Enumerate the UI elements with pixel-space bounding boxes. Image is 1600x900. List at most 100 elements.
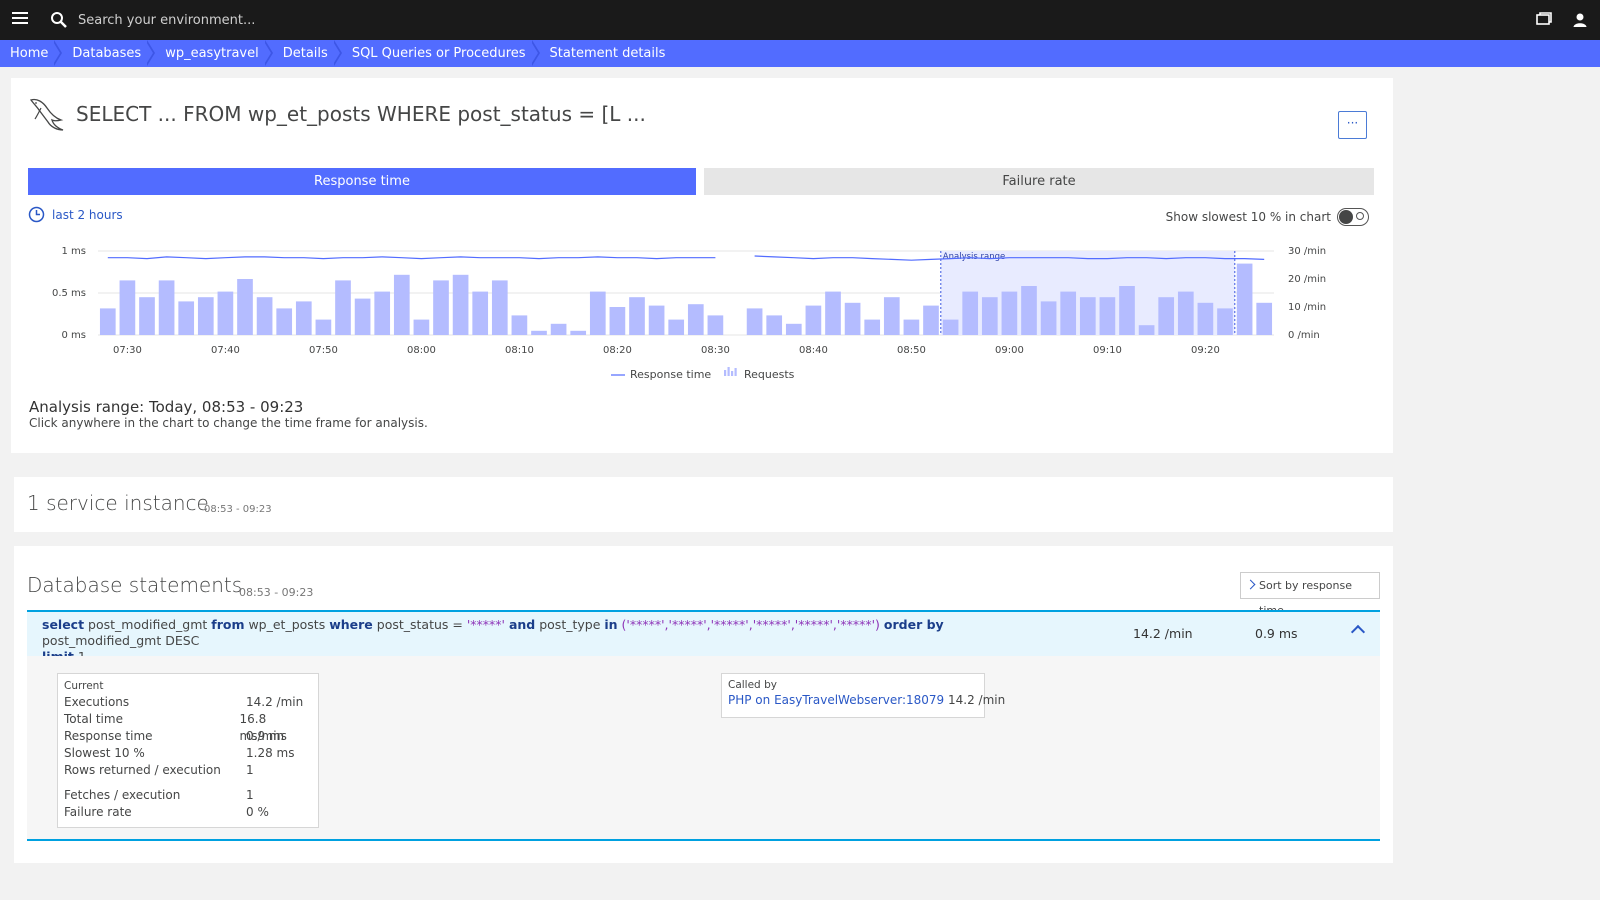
hamburger-menu-icon[interactable]: [12, 12, 28, 28]
sql-token: '*****': [466, 617, 505, 632]
request-bar: [570, 330, 587, 335]
metric-row: Slowest 10 % 1.28 ms: [64, 745, 312, 762]
more-actions-button[interactable]: ···: [1338, 111, 1367, 139]
metric-name: Rows returned / execution: [64, 763, 221, 777]
calling-service-link[interactable]: PHP on EasyTravelWebserver:18079: [728, 693, 944, 707]
analysis-range-text: Analysis range: Today, 08:53 - 09:23: [29, 398, 304, 416]
sql-token: post_status =: [372, 617, 467, 632]
slowest-toggle[interactable]: [1337, 208, 1369, 226]
statement-row[interactable]: select post_modified_gmt from wp_et_post…: [27, 610, 1380, 664]
legend-response-time: Response time: [630, 368, 711, 381]
x-tick-label: 08:10: [505, 345, 534, 356]
tab-failure-rate[interactable]: Failure rate: [704, 168, 1374, 195]
sort-by-response-time-button[interactable]: Sort by response time: [1240, 572, 1380, 617]
request-bar: [981, 297, 998, 335]
metric-name: Executions: [64, 695, 130, 709]
x-tick-label: 07:50: [309, 345, 338, 356]
request-bar: [452, 274, 469, 335]
request-bar: [648, 305, 665, 335]
request-bar: [511, 315, 528, 335]
breadcrumb-sql-queries[interactable]: SQL Queries or Procedures: [342, 40, 540, 67]
analysis-range-hint: Click anywhere in the chart to change th…: [29, 416, 428, 430]
y-right-tick-label: 30 /min: [1288, 246, 1326, 257]
request-bar: [1177, 291, 1194, 335]
y-left-tick-label: 0 ms: [62, 330, 87, 341]
page-title: SELECT ... FROM wp_et_posts WHERE post_s…: [76, 102, 646, 126]
y-right-tick-label: 20 /min: [1288, 274, 1326, 285]
request-bar: [766, 315, 783, 335]
request-bar: [1021, 286, 1037, 335]
x-tick-label: 09:20: [1191, 345, 1220, 356]
chat-icon[interactable]: [1535, 11, 1553, 29]
request-bar: [707, 315, 724, 335]
search-input[interactable]: [78, 9, 498, 31]
request-bar: [1079, 297, 1096, 335]
database-statements-range: 08:53 - 09:23: [239, 586, 314, 599]
metric-value: 1: [246, 788, 254, 802]
request-bar: [335, 280, 351, 335]
y-right-tick-label: 0 /min: [1288, 330, 1320, 341]
user-icon[interactable]: [1571, 11, 1589, 29]
request-bar: [825, 291, 841, 335]
sql-token: post_modified_gmt: [84, 617, 212, 632]
breadcrumb-database[interactable]: wp_easytravel: [155, 40, 273, 67]
timeframe-selector[interactable]: last 2 hours: [28, 206, 123, 223]
x-tick-label: 08:50: [897, 345, 926, 356]
request-bar: [1197, 302, 1214, 335]
breadcrumb-details[interactable]: Details: [273, 40, 342, 67]
request-bar: [1040, 301, 1057, 335]
request-bar: [805, 305, 822, 335]
metric-tabs: Response time Failure rate: [28, 168, 1374, 195]
request-bar: [491, 280, 508, 335]
metric-row: Rows returned / execution 1: [64, 762, 312, 779]
request-bar: [785, 323, 802, 335]
request-bar: [237, 279, 253, 335]
request-bar: [629, 297, 645, 335]
request-bar: [1138, 325, 1155, 335]
breadcrumb-databases[interactable]: Databases: [62, 40, 156, 67]
y-right-tick-label: 10 /min: [1288, 302, 1326, 313]
legend-bar-swatch: [734, 368, 737, 376]
metric-row: Failure rate 0 %: [64, 804, 312, 821]
chart-svg[interactable]: Analysis range 0 ms 0.5 ms 1 ms 0 /min 10 /mi…: [28, 241, 1374, 391]
database-statements-title: Database statements: [27, 573, 243, 597]
y-left-tick-label: 0.5 ms: [52, 288, 86, 299]
request-bar: [589, 291, 606, 335]
x-tick-label: 07:40: [211, 345, 240, 356]
sql-token: wp_et_posts: [244, 617, 330, 632]
statement-details: Current Executions 14.2 /min Total time 16.…: [27, 656, 1380, 841]
x-tick-label: 08:30: [701, 345, 730, 356]
request-bar: [158, 280, 175, 335]
request-bar: [178, 301, 195, 335]
request-bar: [197, 297, 214, 335]
request-bar: [413, 319, 430, 335]
x-tick-label: 07:30: [113, 345, 142, 356]
sql-token: in: [604, 617, 618, 632]
request-bar: [746, 308, 763, 335]
metric-value: 0 %: [246, 805, 269, 819]
request-bar: [962, 291, 979, 335]
sql-token: from: [211, 617, 245, 632]
metric-name: Slowest 10 %: [64, 746, 145, 760]
metric-value: 14.2 /min: [246, 695, 304, 709]
metric-row: Executions 14.2 /min: [64, 694, 312, 711]
current-header: Current: [64, 680, 104, 692]
breadcrumb-home[interactable]: Home: [0, 40, 63, 67]
request-bar: [1119, 286, 1135, 335]
request-bar: [139, 297, 155, 335]
breadcrumb-statement-details[interactable]: Statement details: [540, 40, 680, 67]
database-statements-panel: Database statements 08:53 - 09:23 Sort b…: [14, 546, 1393, 863]
legend-bar-swatch: [727, 367, 730, 376]
search-icon: [51, 12, 67, 28]
statement-response-time: 0.9 ms: [1255, 626, 1298, 641]
metric-name: Fetches / execution: [64, 788, 181, 802]
request-bar: [119, 280, 136, 335]
response-time-chart[interactable]: Analysis range 0 ms 0.5 ms 1 ms 0 /min 10 /mi…: [28, 241, 1374, 421]
metric-value: 1.28 ms: [246, 746, 295, 760]
sql-token: post_modified_gmt DESC: [42, 633, 200, 648]
chevron-up-icon[interactable]: [1350, 624, 1366, 640]
service-instances-range: 08:53 - 09:23: [204, 504, 272, 515]
request-bar: [393, 274, 410, 335]
request-bar: [472, 291, 489, 335]
tab-response-time[interactable]: Response time: [28, 168, 696, 195]
